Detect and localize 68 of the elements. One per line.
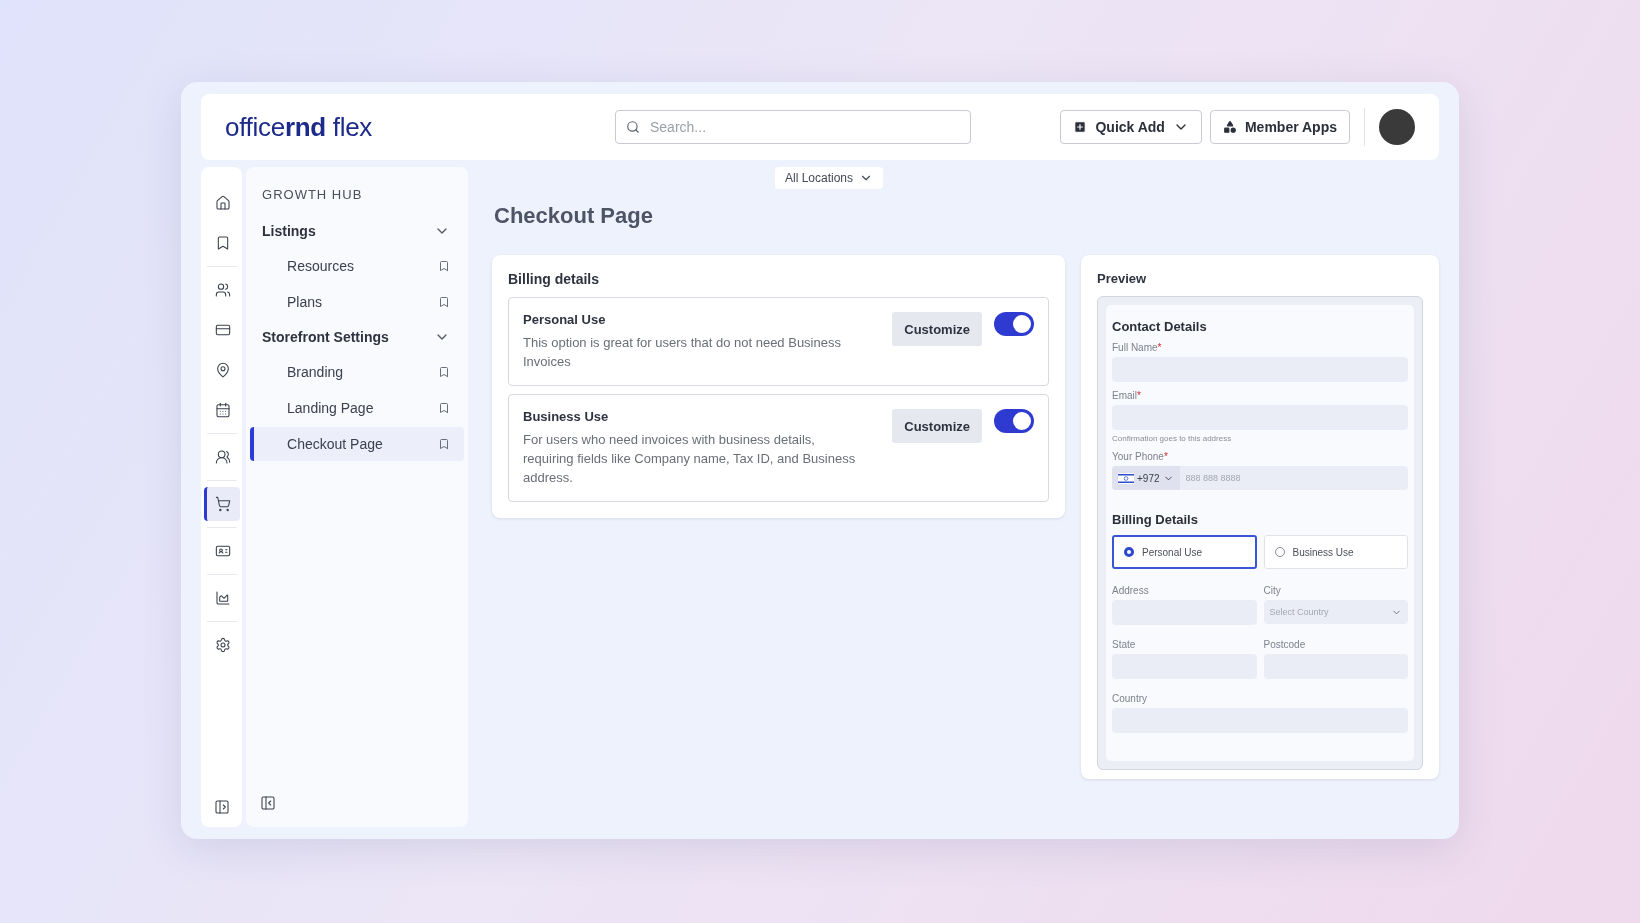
phone-input[interactable]: 888 888 8888	[1179, 466, 1408, 490]
field-label: Your Phone*	[1112, 451, 1169, 462]
bookmark-icon	[438, 260, 450, 272]
option-title: Personal Use	[523, 312, 607, 327]
required-mark: *	[1157, 342, 1162, 353]
location-filter[interactable]: All Locations	[775, 167, 884, 189]
field-label: Email*	[1112, 390, 1142, 401]
option-description: This option is great for users that do not need Business Invoices	[523, 334, 842, 371]
logo: officernd flex	[225, 111, 374, 143]
chart-icon	[215, 590, 231, 606]
country-code-select[interactable]: +972	[1112, 466, 1180, 490]
sidebar-item[interactable]: Plans	[250, 285, 464, 319]
id-card-icon	[215, 543, 231, 559]
home-icon	[215, 195, 231, 211]
users-icon	[215, 449, 231, 465]
customize-button[interactable]: Customize	[892, 312, 982, 346]
rail-item[interactable]	[203, 487, 240, 521]
field-label: Country	[1112, 693, 1148, 704]
sidebar-item[interactable]: Branding	[250, 355, 464, 389]
panel-icon[interactable]	[213, 799, 230, 815]
field-label: City	[1263, 585, 1282, 596]
toggle-switch[interactable]	[994, 312, 1034, 336]
field-hint: Confirmation goes to this address	[1112, 434, 1233, 443]
member-apps-button[interactable]: Member Apps	[1209, 110, 1350, 144]
radio-option[interactable]: Business Use	[1263, 535, 1408, 569]
field-label: State	[1112, 639, 1137, 650]
option-description: For users who need invoices with business details, requiring fields like Company name, Tax ID, and Business address.	[523, 431, 857, 487]
bookmark-icon	[438, 296, 450, 308]
map-pin-icon	[215, 362, 231, 378]
sidebar-item[interactable]: Landing Page	[250, 391, 464, 425]
option-title: Business Use	[523, 409, 610, 424]
card-title: Preview	[1097, 271, 1148, 286]
bookmark-icon	[438, 366, 450, 378]
card-title: Billing details	[508, 271, 600, 287]
settings-icon	[215, 637, 231, 653]
sidebar-group[interactable]: Storefront Settings	[250, 320, 464, 354]
card-icon	[215, 322, 231, 338]
form-heading: Billing Details	[1112, 512, 1199, 527]
flag-icon	[1118, 472, 1134, 484]
section-title: GROWTH HUB	[261, 187, 364, 204]
plus-square-icon	[1073, 120, 1088, 134]
quick-add-button[interactable]: Quick Add	[1060, 110, 1202, 144]
field-label: Full Name*	[1112, 342, 1163, 353]
radio-option[interactable]: Personal Use	[1112, 535, 1257, 569]
search-icon	[626, 120, 640, 134]
bookmark-icon	[438, 402, 450, 414]
sidebar-item[interactable]: Resources	[250, 249, 464, 283]
search-field[interactable]: Search...	[615, 110, 971, 144]
page-title: Checkout Page	[494, 203, 654, 229]
cart-icon	[215, 496, 231, 512]
search-input[interactable]: Search...	[648, 118, 960, 136]
panel-icon[interactable]	[260, 795, 277, 811]
avatar[interactable]	[1379, 109, 1415, 145]
sidebar-item[interactable]: Checkout Page	[250, 427, 464, 461]
required-mark: *	[1137, 390, 1141, 401]
required-mark: *	[1163, 451, 1168, 462]
bookmark-icon	[215, 235, 231, 251]
field-label: Address	[1112, 585, 1150, 596]
field-label: Postcode	[1263, 639, 1307, 650]
toggle-switch[interactable]	[994, 409, 1034, 433]
shapes-icon	[1222, 120, 1237, 134]
calendar-icon	[215, 402, 231, 418]
bookmark-icon	[438, 438, 450, 450]
customize-button[interactable]: Customize	[892, 409, 982, 443]
form-heading: Contact Details	[1112, 319, 1208, 334]
sidebar-group[interactable]: Listings	[250, 214, 464, 248]
phone-field[interactable]: +972 888 888 8888	[1112, 466, 1408, 490]
users-icon	[215, 282, 231, 298]
